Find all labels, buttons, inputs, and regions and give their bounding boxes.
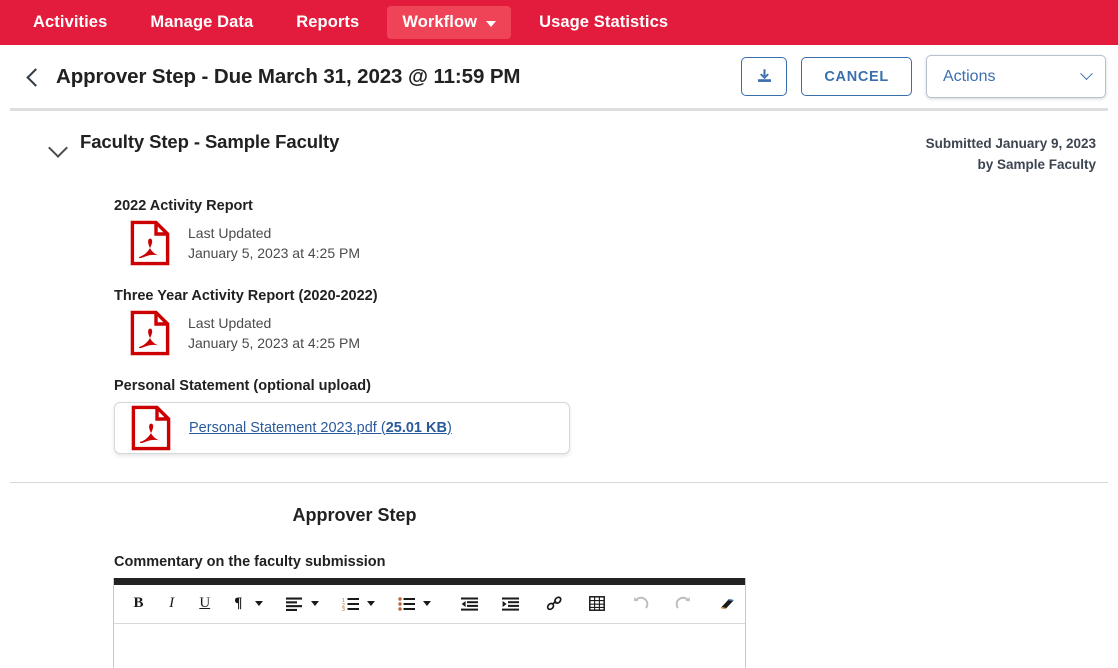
download-button[interactable]	[741, 57, 788, 96]
nav-item-label: Manage Data	[150, 13, 254, 31]
outdent-icon	[461, 597, 479, 611]
chevron-down-icon	[486, 20, 497, 27]
nav-item-label: Reports	[296, 13, 360, 31]
editor-top-bar	[114, 577, 745, 585]
nav-item-workflow[interactable]: Workflow	[387, 6, 512, 39]
numbered-list-group: 1 2 3	[335, 589, 381, 619]
file-name: Personal Statement 2023.pdf (	[189, 419, 386, 436]
approver-step-title: Approver Step	[292, 504, 417, 525]
document-label: 2022 Activity Report	[114, 197, 253, 214]
document-block-three-year-report: Three Year Activity Report (2020-2022) L…	[114, 288, 1118, 356]
bold-button[interactable]: B	[124, 589, 153, 619]
editor-toolbar: B I U ¶ 1 2 3	[114, 585, 745, 624]
undo-button[interactable]	[626, 589, 655, 619]
commentary-field-label: Commentary on the faculty submission	[114, 553, 386, 570]
pdf-file-icon	[130, 310, 170, 356]
numbered-list-button[interactable]: 1 2 3	[335, 589, 365, 619]
rich-text-editor: B I U ¶ 1 2 3	[113, 577, 746, 668]
nav-item-reports[interactable]: Reports	[281, 6, 374, 39]
pdf-file-icon	[130, 220, 170, 266]
download-icon	[757, 69, 771, 82]
align-button[interactable]	[279, 589, 309, 619]
clear-format-button[interactable]	[712, 589, 741, 619]
nav-item-label: Usage Statistics	[539, 13, 669, 31]
chevron-down-icon[interactable]	[423, 601, 432, 607]
uploaded-file-link[interactable]: Personal Statement 2023.pdf (25.01 KB)	[189, 420, 452, 436]
page-header: Approver Step - Due March 31, 2023 @ 11:…	[0, 45, 1118, 108]
nav-item-label: Activities	[33, 13, 108, 31]
svg-text:3: 3	[342, 607, 345, 611]
header-actions: CANCEL Actions	[741, 55, 1106, 98]
nav-item-activities[interactable]: Activities	[18, 6, 122, 39]
last-updated-value: January 5, 2023 at 4:25 PM	[188, 244, 360, 261]
document-row[interactable]: Last Updated January 5, 2023 at 4:25 PM	[114, 310, 1118, 356]
table-button[interactable]	[583, 589, 612, 619]
underline-button[interactable]: U	[190, 589, 219, 619]
file-suffix: )	[446, 419, 452, 436]
italic-button[interactable]: I	[157, 589, 186, 619]
align-group	[279, 589, 325, 619]
paragraph-button[interactable]: ¶	[223, 589, 253, 619]
submission-info: Submitted January 9, 2023 by Sample Facu…	[926, 131, 1096, 176]
section-divider	[10, 481, 1108, 483]
cancel-button[interactable]: CANCEL	[801, 57, 912, 96]
commentary-textarea[interactable]	[114, 623, 745, 668]
last-updated-label: Last Updated	[188, 314, 272, 331]
bullet-list-icon	[398, 597, 415, 611]
document-block-activity-report: 2022 Activity Report Last Updated Januar…	[114, 198, 1118, 266]
redo-icon	[675, 597, 690, 609]
document-label: Three Year Activity Report (2020-2022)	[114, 287, 378, 304]
redo-button[interactable]	[669, 589, 698, 619]
eraser-icon	[721, 598, 734, 610]
chevron-down-icon[interactable]	[311, 601, 320, 607]
upload-label: Personal Statement (optional upload)	[114, 377, 371, 394]
last-updated-label: Last Updated	[188, 224, 272, 241]
bullet-list-group	[391, 589, 437, 619]
undo-icon	[633, 597, 648, 609]
chevron-down-icon[interactable]	[255, 601, 264, 607]
outdent-button[interactable]	[455, 589, 484, 619]
submitted-by: by Sample Faculty	[977, 156, 1096, 172]
top-navigation-bar: Activities Manage Data Reports Workflow …	[0, 0, 1118, 45]
document-meta: Last Updated January 5, 2023 at 4:25 PM	[188, 313, 360, 354]
page-title: Approver Step - Due March 31, 2023 @ 11:…	[56, 64, 521, 88]
nav-item-manage-data[interactable]: Manage Data	[135, 6, 268, 39]
document-row[interactable]: Last Updated January 5, 2023 at 4:25 PM	[114, 220, 1118, 266]
section-title: Faculty Step - Sample Faculty	[80, 131, 340, 152]
link-icon	[546, 596, 562, 611]
chevron-down-icon[interactable]	[367, 601, 376, 607]
align-left-icon	[286, 597, 303, 611]
indent-icon	[502, 597, 520, 611]
chevron-down-icon[interactable]	[48, 137, 68, 157]
chevron-left-icon[interactable]	[22, 66, 44, 88]
actions-label: Actions	[943, 67, 996, 85]
nav-item-label: Workflow	[402, 13, 478, 31]
pdf-file-icon	[131, 405, 171, 451]
link-button[interactable]	[539, 589, 568, 619]
bullet-list-button[interactable]	[391, 589, 421, 619]
uploaded-file-card[interactable]: Personal Statement 2023.pdf (25.01 KB)	[114, 401, 570, 454]
submitted-date: Submitted January 9, 2023	[925, 136, 1096, 151]
indent-button[interactable]	[496, 589, 525, 619]
document-block-personal-statement: Personal Statement (optional upload) Per…	[114, 378, 1118, 454]
table-icon	[589, 596, 606, 612]
faculty-step-section-header: Faculty Step - Sample Faculty Submitted …	[0, 111, 1118, 176]
document-meta: Last Updated January 5, 2023 at 4:25 PM	[188, 223, 360, 264]
chevron-down-icon	[1080, 67, 1093, 81]
last-updated-value: January 5, 2023 at 4:25 PM	[188, 334, 360, 351]
nav-item-usage-statistics[interactable]: Usage Statistics	[524, 6, 683, 39]
paragraph-format-group: ¶	[223, 589, 269, 619]
file-size: 25.01 KB	[385, 419, 447, 436]
numbered-list-icon: 1 2 3	[342, 597, 359, 611]
documents-list: 2022 Activity Report Last Updated Januar…	[0, 198, 1118, 454]
actions-dropdown-button[interactable]: Actions	[926, 55, 1106, 98]
